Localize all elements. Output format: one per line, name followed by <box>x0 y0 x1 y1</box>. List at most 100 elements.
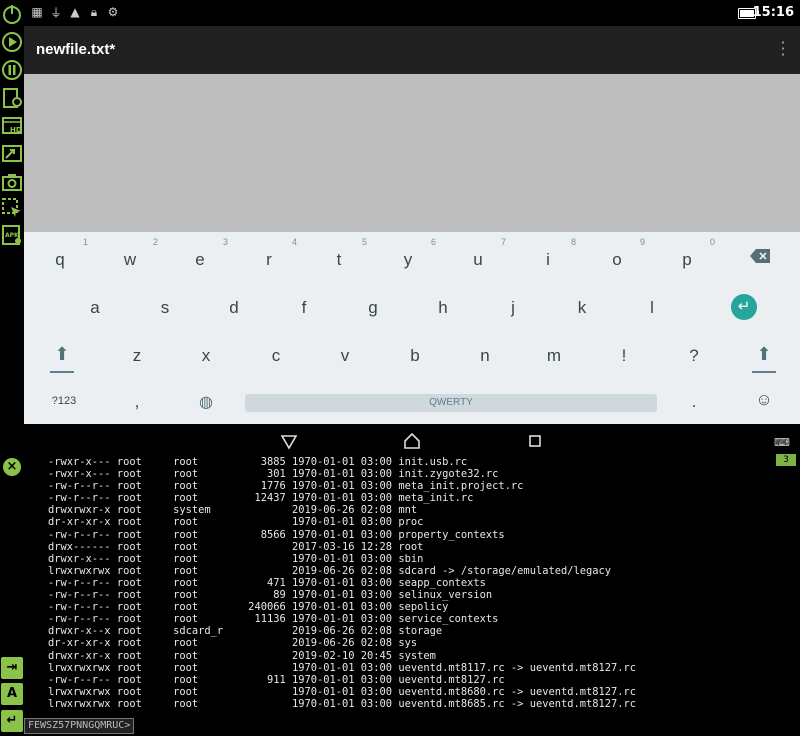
key-z[interactable]: z <box>117 346 157 366</box>
key-k[interactable]: k <box>562 298 602 318</box>
key-exclamation[interactable]: ! <box>604 346 644 366</box>
key-g[interactable]: g <box>353 298 393 318</box>
globe-icon[interactable]: ◍ <box>186 392 226 412</box>
usb-icon: ⏚ <box>49 5 62 20</box>
key-e[interactable]: e3 <box>180 237 228 270</box>
command-line: FEWSZ57PNNGQMRUC> <box>24 718 800 736</box>
emoji-icon[interactable]: ☺ <box>744 390 784 410</box>
key-hint: 8 <box>571 237 577 247</box>
terminal-line: -rw-r--r-- root root 240066 1970-01-01 0… <box>48 601 449 614</box>
status-bar: ▦ ⏚ ▲ 🔒︎ ⚙ 15:16 <box>24 0 800 26</box>
back-icon[interactable] <box>280 432 298 450</box>
shift-right-icon[interactable]: ⬆ <box>744 344 784 365</box>
key-label: o <box>612 250 622 269</box>
key-x[interactable]: x <box>186 346 226 366</box>
key-label: y <box>403 250 413 269</box>
svg-text:HD: HD <box>10 126 22 134</box>
home-icon[interactable] <box>403 432 421 450</box>
device-settings-icon[interactable] <box>1 87 23 109</box>
text-tool-icon[interactable]: A <box>1 683 23 705</box>
command-input[interactable]: FEWSZ57PNNGQMRUC> <box>24 718 135 734</box>
screen-resize-icon[interactable] <box>1 143 23 165</box>
screen-hd-icon[interactable]: HD <box>1 115 23 137</box>
android-debug-icon: ⚙ <box>107 5 119 19</box>
app-bar: newfile.txt* · · · <box>24 26 800 74</box>
lock-icon: 🔒︎ <box>90 4 98 19</box>
key-n[interactable]: n <box>465 346 505 366</box>
terminal-line: -rw-r--r-- root root 11136 1970-01-01 03… <box>48 613 499 626</box>
key-c[interactable]: c <box>256 346 296 366</box>
key-r[interactable]: r4 <box>249 237 297 270</box>
terminal-line: -rw-r--r-- root root 12437 1970-01-01 03… <box>48 492 474 505</box>
screenshot-icon[interactable] <box>1 171 23 193</box>
insert-icon[interactable]: ⇥ <box>1 657 23 679</box>
overflow-menu-icon[interactable]: · · · <box>780 35 786 63</box>
key-p[interactable]: p0 <box>667 237 715 270</box>
key-h[interactable]: h <box>423 298 463 318</box>
terminal-output[interactable]: -rwxr-x--- root root 3885 1970-01-01 03:… <box>24 456 776 708</box>
text-editor-area[interactable] <box>24 74 800 232</box>
terminal-line: -rw-r--r-- root root 89 1970-01-01 03:00… <box>48 589 493 602</box>
terminal-line: -rw-r--r-- root root 911 1970-01-01 03:0… <box>48 673 505 686</box>
key-a[interactable]: a <box>75 298 115 318</box>
left-tool-strip: HD APK ⇥ A ↵ <box>0 0 24 736</box>
key-o[interactable]: o9 <box>597 237 645 270</box>
warning-icon: ▲ <box>70 5 80 19</box>
shift-left-icon[interactable]: ⬆ <box>42 344 82 365</box>
enter-key-icon[interactable]: ↵ <box>731 294 757 320</box>
terminal-line: -rw-r--r-- root root 1776 1970-01-01 03:… <box>48 480 524 493</box>
space-bar[interactable]: QWERTY <box>245 394 657 412</box>
terminal-lines: -rwxr-x--- root root 3885 1970-01-01 03:… <box>24 456 776 708</box>
key-hint: 6 <box>431 237 437 247</box>
key-hint: 3 <box>223 237 229 247</box>
key-hint: 9 <box>640 237 646 247</box>
crop-icon[interactable] <box>1 197 23 219</box>
terminal-line: drwxrwxr-x root system 2019-06-26 02:08 … <box>48 504 418 517</box>
comma-key[interactable]: , <box>117 392 157 412</box>
status-icons: ▦ ⏚ ▲ 🔒︎ ⚙ <box>30 4 120 20</box>
keyboard-toggle-icon[interactable]: ⌨ <box>774 436 790 449</box>
terminal-line: -rw-r--r-- root root 471 1970-01-01 03:0… <box>48 576 486 589</box>
key-d[interactable]: d <box>214 298 254 318</box>
terminal-line: lrwxrwxrwx root root 1970-01-01 03:00 ue… <box>48 685 637 698</box>
enter-icon[interactable]: ↵ <box>1 710 23 732</box>
key-hint: 7 <box>501 237 507 247</box>
key-label: i <box>546 250 550 269</box>
key-u[interactable]: u7 <box>458 237 506 270</box>
key-v[interactable]: v <box>325 346 365 366</box>
session-count-badge[interactable]: 3 <box>776 454 796 466</box>
image-icon: ▦ <box>31 5 43 19</box>
key-label: u <box>473 250 483 269</box>
key-t[interactable]: t5 <box>319 237 367 270</box>
key-j[interactable]: j <box>493 298 533 318</box>
terminal-line: lrwxrwxrwx root root 1970-01-01 03:00 ue… <box>48 697 637 708</box>
power-icon[interactable] <box>1 3 23 25</box>
key-label: p <box>682 250 692 269</box>
terminal-line: -rwxr-x--- root root 3885 1970-01-01 03:… <box>48 456 468 468</box>
pause-icon[interactable] <box>1 59 23 81</box>
key-w[interactable]: w2 <box>110 237 158 270</box>
terminal-line: -rw-r--r-- root root 8566 1970-01-01 03:… <box>48 528 505 541</box>
recents-icon[interactable] <box>526 432 544 450</box>
navigation-bar <box>24 424 800 456</box>
key-l[interactable]: l <box>632 298 672 318</box>
play-icon[interactable] <box>1 31 23 53</box>
key-q[interactable]: q1 <box>40 237 88 270</box>
key-y[interactable]: y6 <box>388 237 436 270</box>
key-i[interactable]: i8 <box>528 237 576 270</box>
key-f[interactable]: f <box>284 298 324 318</box>
terminal-line: lrwxrwxrwx root root 1970-01-01 03:00 ue… <box>48 661 637 674</box>
backspace-icon[interactable] <box>740 248 780 268</box>
close-terminal-icon[interactable]: × <box>3 458 21 476</box>
terminal-line: drwx------ root root 2017-03-16 12:28 ro… <box>48 540 424 553</box>
key-b[interactable]: b <box>395 346 435 366</box>
key-label: q <box>55 250 65 269</box>
terminal-line: dr-xr-xr-x root root 2019-06-26 02:08 sy… <box>48 637 418 650</box>
symbols-key[interactable]: ?123 <box>43 395 85 407</box>
period-key[interactable]: . <box>674 392 714 412</box>
key-question[interactable]: ? <box>674 346 714 366</box>
key-m[interactable]: m <box>534 346 574 366</box>
apk-settings-icon[interactable]: APK <box>1 224 23 246</box>
key-s[interactable]: s <box>145 298 185 318</box>
terminal-line: lrwxrwxrwx root root 2019-06-26 02:08 sd… <box>48 564 612 577</box>
